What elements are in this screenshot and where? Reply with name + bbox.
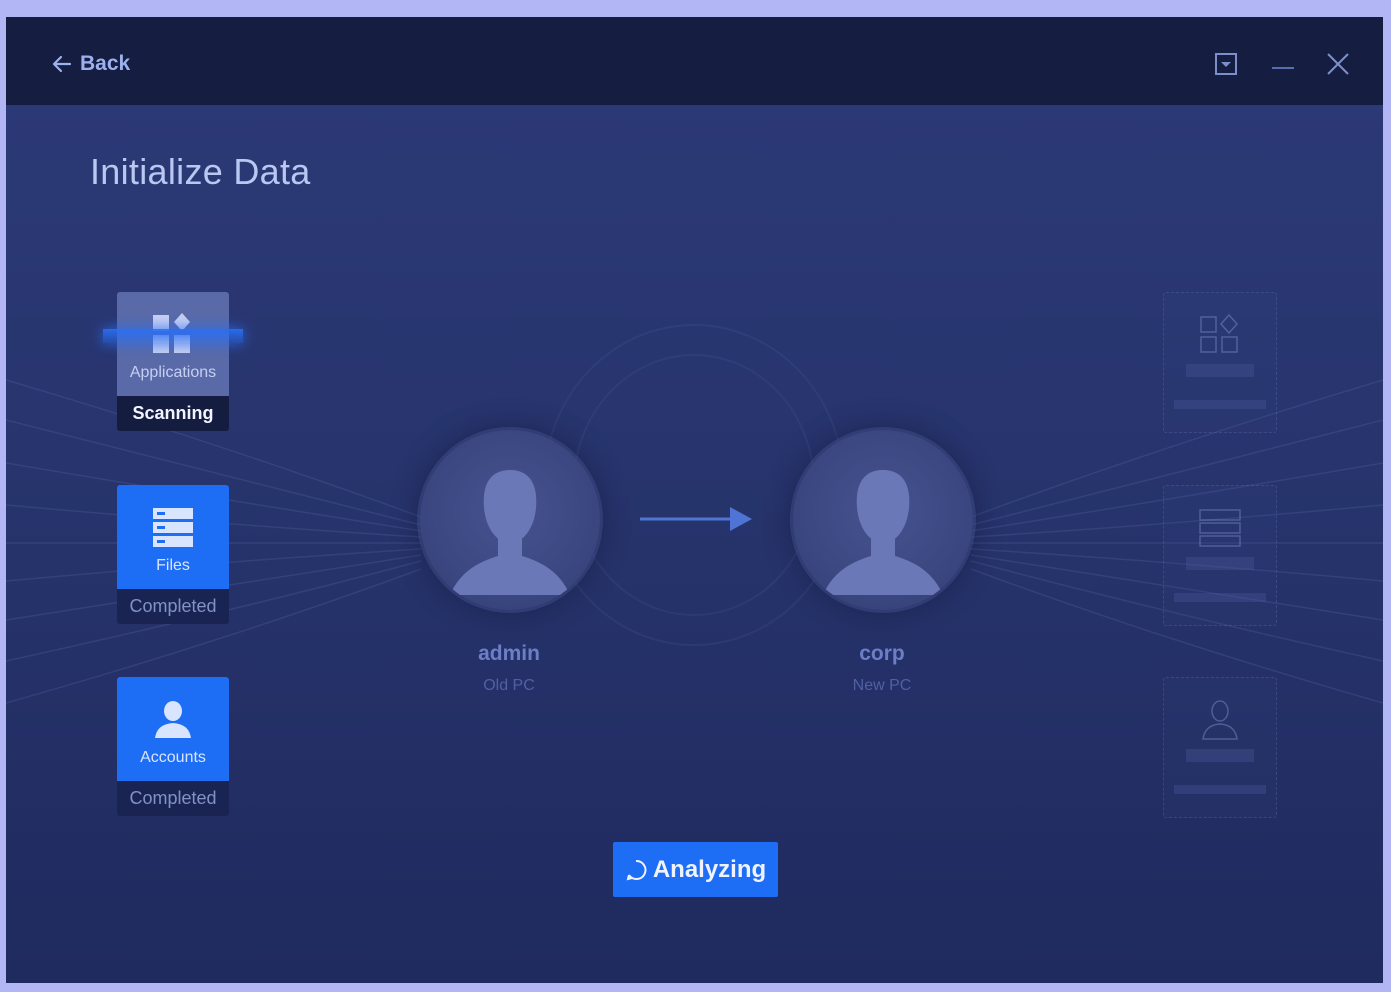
old-pc-name: admin	[478, 642, 540, 665]
placeholder-bar	[1174, 593, 1266, 602]
page-title: Initialize Data	[90, 151, 311, 192]
spinner-icon	[626, 859, 647, 880]
analyzing-label: Analyzing	[652, 855, 767, 883]
applications-card-body: Applications	[117, 292, 229, 396]
scan-progress-bar	[103, 329, 243, 343]
title-bar: Back	[6, 17, 1383, 105]
transfer-arrow-icon	[640, 507, 752, 531]
target-applications-placeholder	[1163, 292, 1277, 433]
target-files-placeholder	[1163, 485, 1277, 626]
arrow-left-icon	[52, 55, 72, 73]
back-label: Back	[80, 52, 131, 75]
accounts-outline-icon	[1202, 700, 1238, 740]
new-pc-label: New PC	[852, 677, 912, 694]
accounts-status: Completed	[117, 781, 229, 816]
new-pc-name: corp	[859, 642, 905, 665]
user-silhouette-icon	[450, 470, 570, 595]
analyzing-button[interactable]: Analyzing	[613, 842, 778, 897]
accounts-label: Accounts	[140, 749, 206, 766]
user-silhouette-icon	[823, 470, 943, 595]
placeholder-bar	[1186, 749, 1254, 762]
files-card[interactable]: Files Completed	[117, 485, 229, 624]
files-card-body: Files	[117, 485, 229, 589]
applications-outline-icon	[1200, 313, 1239, 353]
dropdown-menu-icon[interactable]	[1211, 49, 1241, 79]
applications-card[interactable]: Applications Scanning	[117, 292, 229, 431]
applications-status: Scanning	[117, 396, 229, 431]
new-pc-avatar	[793, 430, 973, 610]
accounts-card-body: Accounts	[117, 677, 229, 781]
accounts-icon	[155, 701, 191, 738]
files-label: Files	[156, 557, 190, 574]
back-button[interactable]: Back	[50, 49, 130, 79]
old-pc-label: Old PC	[483, 677, 535, 694]
old-pc-avatar	[420, 430, 600, 610]
close-icon[interactable]	[1323, 49, 1353, 79]
files-outline-icon	[1199, 509, 1241, 547]
files-status: Completed	[117, 589, 229, 624]
placeholder-bar	[1174, 785, 1266, 794]
target-accounts-placeholder	[1163, 677, 1277, 818]
minimize-icon[interactable]	[1268, 49, 1298, 79]
placeholder-bar	[1186, 364, 1254, 377]
files-icon	[153, 508, 193, 547]
placeholder-bar	[1186, 557, 1254, 570]
app-window: Back Initialize Data Applications Scanni…	[6, 17, 1383, 983]
applications-label: Applications	[129, 364, 217, 381]
placeholder-bar	[1174, 400, 1266, 409]
accounts-card[interactable]: Accounts Completed	[117, 677, 229, 816]
